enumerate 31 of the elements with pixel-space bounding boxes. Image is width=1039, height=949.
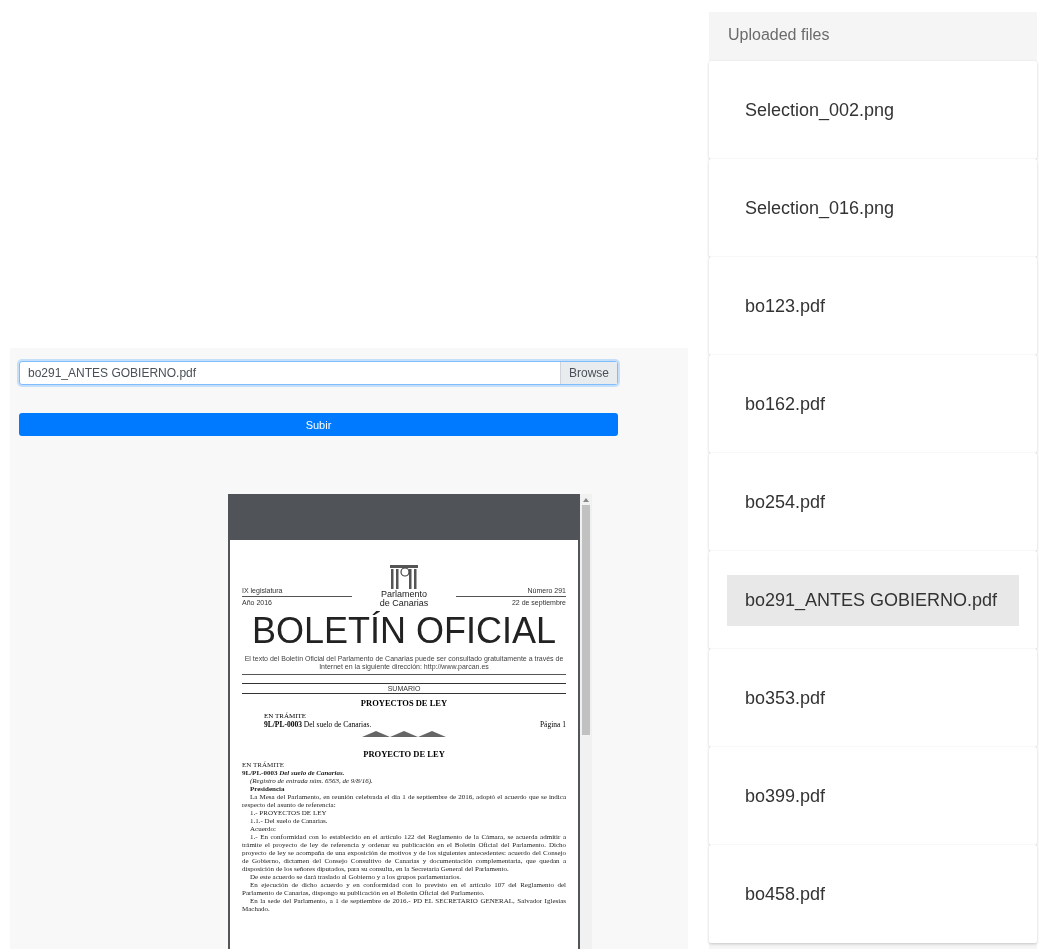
file-card[interactable]: Selection_016.png — [709, 159, 1037, 257]
file-name[interactable]: bo123.pdf — [727, 280, 1019, 332]
file-field[interactable]: bo291_ANTES GOBIERNO.pdf Browse — [19, 361, 618, 385]
file-card[interactable]: bo254.pdf — [709, 453, 1037, 551]
file-card[interactable]: bo399.pdf — [709, 747, 1037, 845]
scrollbar-thumb[interactable] — [582, 505, 590, 735]
submit-button[interactable]: Subir — [19, 413, 618, 436]
logo-text: de Canarias — [379, 599, 429, 608]
file-name[interactable]: bo353.pdf — [727, 672, 1019, 724]
browse-button[interactable]: Browse — [560, 362, 617, 384]
file-card[interactable]: bo458.pdf — [709, 845, 1037, 943]
file-name[interactable]: Selection_016.png — [727, 182, 1019, 234]
file-name[interactable]: bo399.pdf — [727, 770, 1019, 822]
file-card[interactable]: Selection_002.png — [709, 61, 1037, 159]
file-card[interactable]: bo291_ANTES GOBIERNO.pdf — [709, 551, 1037, 649]
logo-text: Parlamento — [381, 590, 427, 599]
file-name[interactable]: bo254.pdf — [727, 476, 1019, 528]
panel-title: Uploaded files — [727, 25, 831, 45]
summary-heading: PROYECTOS DE LEY — [359, 698, 449, 708]
scroll-up-icon[interactable] — [583, 498, 589, 502]
ornament-icon — [362, 731, 446, 737]
body-heading: PROYECTO DE LEY — [362, 749, 446, 759]
file-card[interactable]: bo123.pdf — [709, 257, 1037, 355]
file-card[interactable]: bo162.pdf — [709, 355, 1037, 453]
file-name[interactable]: bo291_ANTES GOBIERNO.pdf — [727, 574, 1019, 626]
bulletin-title: BOLETÍN OFICIAL — [250, 610, 558, 652]
file-name[interactable]: bo162.pdf — [727, 378, 1019, 430]
file-name[interactable]: Selection_002.png — [727, 84, 1019, 136]
file-name[interactable]: bo458.pdf — [727, 868, 1019, 920]
file-card[interactable]: bo353.pdf — [709, 649, 1037, 747]
scrollbar[interactable] — [580, 494, 592, 949]
